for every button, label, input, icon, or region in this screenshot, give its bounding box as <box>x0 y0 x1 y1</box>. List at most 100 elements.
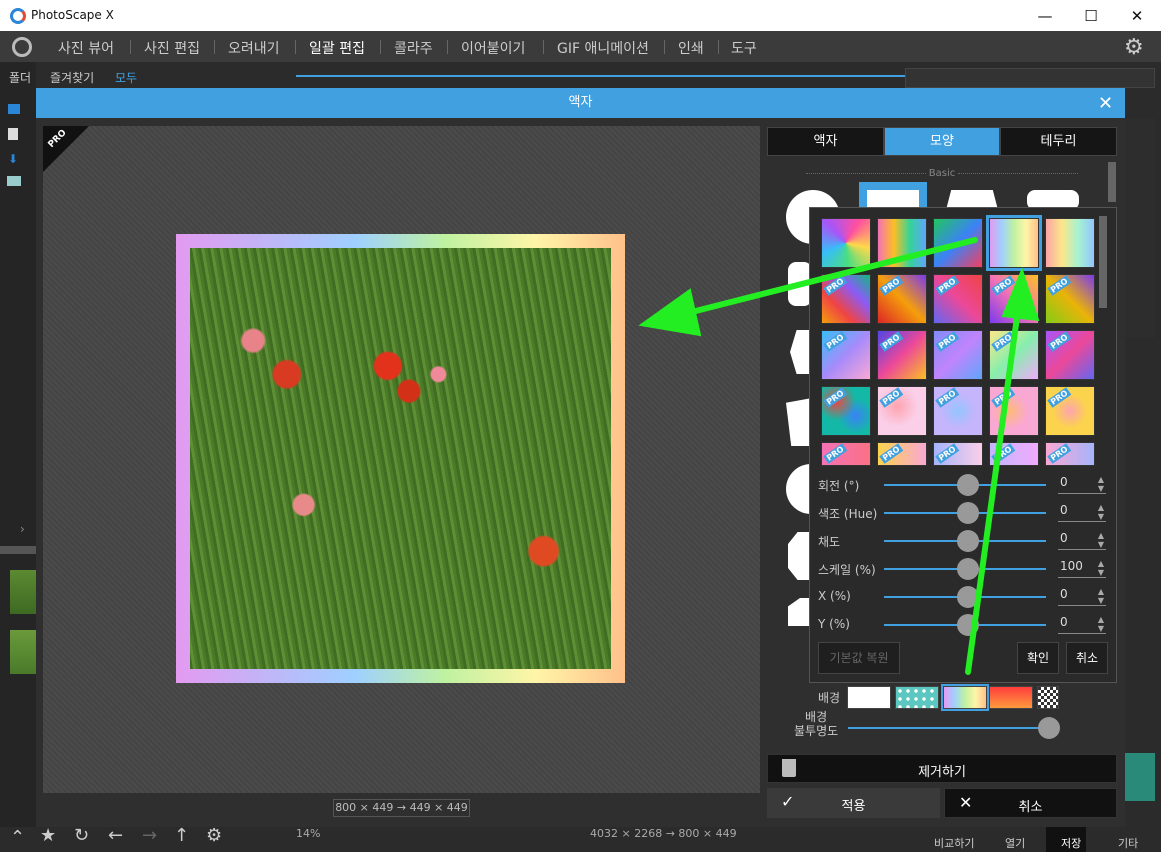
background-gradient-swatch-selected[interactable] <box>941 684 989 711</box>
menu-photo-viewer[interactable]: 사진 뷰어 <box>58 38 114 58</box>
gradient-swatch-selected[interactable] <box>986 215 1042 271</box>
background-opacity-label: 배경 불투명도 <box>794 710 839 738</box>
saturation-input[interactable]: 0 ▲ ▼ <box>1058 531 1106 550</box>
tab-folder[interactable]: 폴더 <box>9 69 31 86</box>
maximize-button[interactable]: ☐ <box>1068 0 1114 31</box>
dialog-close-icon[interactable]: ✕ <box>1098 93 1113 114</box>
pro-gradient-swatch[interactable]: PRO <box>821 330 871 380</box>
pro-gradient-swatch[interactable]: PRO <box>1045 330 1095 380</box>
main-menu-bar: 사진 뷰어 사진 편집 오려내기 일괄 편집 콜라주 이어붙이기 GIF 애니메… <box>0 31 1161 62</box>
background-transparent-swatch[interactable] <box>1037 686 1059 709</box>
gradient-swatch[interactable] <box>933 218 983 268</box>
x-offset-input[interactable]: 0 ▲ ▼ <box>1058 587 1106 606</box>
rotation-input[interactable]: 0 ▲ ▼ <box>1058 475 1106 494</box>
pro-gradient-swatch[interactable]: PRO <box>821 274 871 324</box>
close-window-button[interactable]: ✕ <box>1114 0 1160 31</box>
y-offset-label: Y (%) <box>818 617 850 631</box>
gradient-swatch[interactable] <box>821 218 871 268</box>
background-dots-swatch[interactable] <box>895 686 939 709</box>
pro-gradient-swatch[interactable]: PRO <box>989 442 1039 466</box>
scale-input[interactable]: 100 ▲ ▼ <box>1058 559 1106 578</box>
menu-photo-editor[interactable]: 사진 편집 <box>144 38 200 58</box>
pro-gradient-swatch[interactable]: PRO <box>877 442 927 466</box>
menu-gif[interactable]: GIF 애니메이션 <box>557 38 649 58</box>
menu-combine[interactable]: 이어붙이기 <box>461 38 525 58</box>
reset-defaults-button[interactable]: 기본값 복원 <box>818 642 900 674</box>
pro-gradient-swatch[interactable]: PRO <box>933 274 983 324</box>
up-arrow-icon[interactable]: ↑ <box>174 825 189 846</box>
preview-photo <box>190 248 611 669</box>
pro-gradient-swatch[interactable]: PRO <box>821 442 871 466</box>
hue-knob[interactable] <box>957 502 979 524</box>
menu-tools[interactable]: 도구 <box>731 38 757 58</box>
menu-collage[interactable]: 콜라주 <box>394 38 433 58</box>
star-icon[interactable]: ★ <box>40 825 56 846</box>
settings-gear-icon[interactable]: ⚙ <box>1124 35 1144 60</box>
y-offset-input[interactable]: 0 ▲ ▼ <box>1058 615 1106 634</box>
x-offset-label: X (%) <box>818 589 851 603</box>
rotation-knob[interactable] <box>957 474 979 496</box>
pro-gradient-swatch[interactable]: PRO <box>877 330 927 380</box>
menu-print[interactable]: 인쇄 <box>678 38 704 58</box>
pro-gradient-swatch[interactable]: PRO <box>989 386 1039 436</box>
bottom-toolbar: ⌃ ★ ↻ ← → ↑ ⚙ 14% 4032 × 2268 → 800 × 44… <box>0 825 1161 852</box>
pro-gradient-swatch[interactable]: PRO <box>1045 386 1095 436</box>
popup-cancel-button[interactable]: 취소 <box>1066 642 1108 674</box>
tab-favorites[interactable]: 즐겨찾기 <box>50 69 94 86</box>
x-offset-knob[interactable] <box>957 586 979 608</box>
gradient-swatch[interactable] <box>1045 218 1095 268</box>
image-icon <box>7 176 21 186</box>
background-white-swatch[interactable] <box>847 686 891 709</box>
menu-cut-out[interactable]: 오려내기 <box>228 38 280 58</box>
pro-gradient-swatch[interactable]: PRO <box>1045 442 1095 466</box>
pro-gradient-swatch[interactable]: PRO <box>877 274 927 324</box>
expand-chevron-icon[interactable]: › <box>20 522 25 536</box>
app-title: PhotoScape X <box>31 8 114 22</box>
tab-all[interactable]: 모두 <box>115 69 137 86</box>
cancel-button[interactable]: ✕ 취소 <box>944 788 1117 818</box>
home-icon[interactable] <box>12 37 32 57</box>
more-label[interactable]: 기타 <box>1118 835 1138 851</box>
expand-up-icon[interactable]: ⌃ <box>10 827 25 848</box>
window-title-bar: PhotoScape X — ☐ ✕ <box>0 0 1161 31</box>
pro-gradient-swatch[interactable]: PRO <box>877 386 927 436</box>
hue-input[interactable]: 0 ▲ ▼ <box>1058 503 1106 522</box>
y-offset-knob[interactable] <box>957 614 979 636</box>
compare-label[interactable]: 비교하기 <box>934 835 974 851</box>
hue-label: 색조 (Hue) <box>818 507 878 521</box>
gradient-swatch[interactable] <box>877 218 927 268</box>
refresh-icon[interactable]: ↻ <box>74 825 89 846</box>
scale-knob[interactable] <box>957 558 979 580</box>
pro-gradient-swatch[interactable]: PRO <box>821 386 871 436</box>
remove-button[interactable]: 제거하기 <box>767 754 1117 783</box>
tab-frame[interactable]: 액자 <box>767 127 884 156</box>
thumbnail[interactable] <box>10 630 36 674</box>
background-next-button[interactable] <box>1125 753 1155 801</box>
saturation-knob[interactable] <box>957 530 979 552</box>
pro-gradient-swatch[interactable]: PRO <box>933 330 983 380</box>
menu-batch[interactable]: 일괄 편집 <box>309 38 365 58</box>
pro-gradient-swatch[interactable]: PRO <box>933 386 983 436</box>
swatch-scrollbar[interactable] <box>1099 216 1107 308</box>
pro-gradient-swatch[interactable]: PRO <box>989 330 1039 380</box>
minimize-button[interactable]: — <box>1022 0 1068 31</box>
shape-list-scrollbar[interactable] <box>1108 162 1116 202</box>
pro-gradient-swatch[interactable]: PRO <box>933 442 983 466</box>
pro-gradient-swatch[interactable]: PRO <box>989 274 1039 324</box>
settings-icon[interactable]: ⚙ <box>206 825 222 846</box>
save-label[interactable]: 저장 <box>1061 835 1081 851</box>
tab-border[interactable]: 테두리 <box>1000 127 1117 156</box>
popup-ok-button[interactable]: 확인 <box>1017 642 1059 674</box>
thumbnail[interactable] <box>10 570 36 614</box>
tab-shape[interactable]: 모양 <box>884 127 1000 156</box>
background-opacity-knob[interactable] <box>1038 717 1060 739</box>
background-side-panel-edge <box>1125 118 1155 338</box>
scroll-strip <box>0 546 36 554</box>
background-red-swatch[interactable] <box>989 686 1033 709</box>
pro-gradient-swatch[interactable]: PRO <box>1045 274 1095 324</box>
forward-arrow-icon[interactable]: → <box>142 825 157 846</box>
back-arrow-icon[interactable]: ← <box>108 825 123 846</box>
open-label[interactable]: 열기 <box>1005 835 1025 851</box>
background-opacity-slider[interactable] <box>848 727 1048 729</box>
apply-button[interactable]: ✓ 적용 <box>767 788 940 818</box>
